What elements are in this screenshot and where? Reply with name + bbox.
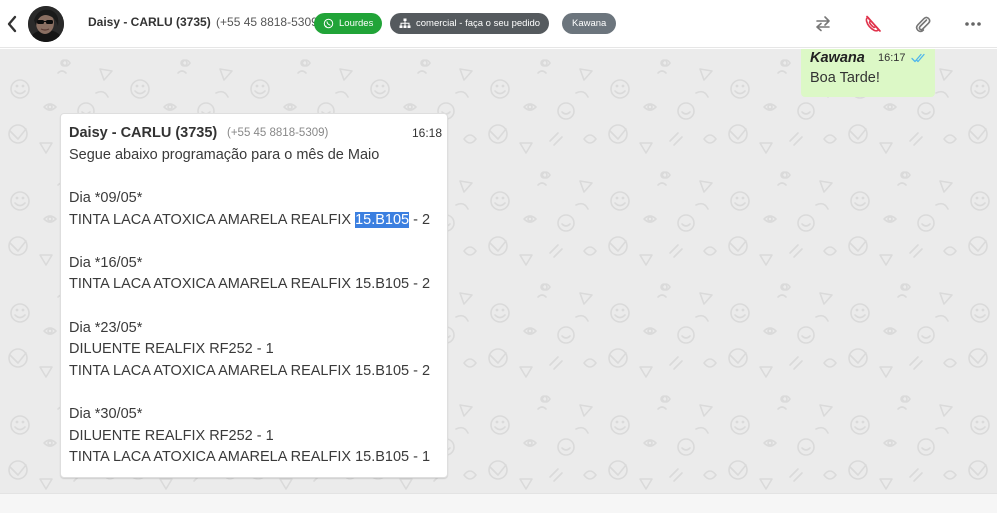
end-call-button[interactable] xyxy=(862,13,884,35)
back-button[interactable] xyxy=(4,13,20,35)
end-call-icon xyxy=(865,15,881,32)
more-options-button[interactable] xyxy=(962,13,984,35)
sitemap-icon xyxy=(399,18,411,28)
chat-area[interactable]: Kawana 16:17 Boa Tarde! Daisy - CARLU (3… xyxy=(0,49,997,493)
tag-department[interactable]: comercial - faça o seu pedido xyxy=(390,13,550,34)
contact-phone: (+55 45 8818-5309) xyxy=(216,15,322,29)
double-check-read-icon xyxy=(911,53,925,63)
more-icon xyxy=(965,22,981,26)
message-line: DILUENTE REALFIX RF252 - 1 xyxy=(69,428,274,444)
selected-text: 15.B105 xyxy=(355,212,410,228)
message-line: Dia *16/05* xyxy=(69,255,143,271)
message-line: TINTA LACA ATOXICA AMARELA REALFIX 15.B1… xyxy=(69,449,431,465)
message-line: TINTA LACA ATOXICA AMARELA REALFIX 15.B1… xyxy=(69,276,431,292)
transfer-button[interactable] xyxy=(812,13,834,35)
message-line: DILUENTE REALFIX RF252 - 1 xyxy=(69,341,274,357)
contact-name-text: Daisy - CARLU (3735) xyxy=(88,15,211,29)
tag-kawana[interactable]: Kawana xyxy=(562,13,617,34)
message-sender-phone: (+55 45 8818-5309) xyxy=(227,127,329,139)
message-time: 16:18 xyxy=(412,126,443,140)
avatar[interactable] xyxy=(28,6,64,42)
message-line: Dia *30/05* xyxy=(69,406,143,422)
contact-name[interactable]: Daisy - CARLU (3735) (+55 45 8818-5309) xyxy=(88,15,322,29)
message-line-text: TINTA LACA ATOXICA AMARELA REALFIX xyxy=(69,212,352,228)
tag-label: Lourdes xyxy=(339,18,374,29)
chevron-left-icon xyxy=(7,15,17,33)
message-sender: Daisy - CARLU (3735) xyxy=(69,125,218,141)
attach-button[interactable] xyxy=(912,13,934,35)
tag-lourdes[interactable]: Lourdes xyxy=(314,13,383,34)
message-line: TINTA LACA ATOXICA AMARELA REALFIX 15.B1… xyxy=(69,212,430,228)
transfer-icon xyxy=(816,16,830,32)
message-line: Dia *23/05* xyxy=(69,320,143,336)
tag-label: comercial - faça o seu pedido xyxy=(416,18,541,29)
message-line: Dia *09/05* xyxy=(69,190,143,206)
message-time: 16:17 xyxy=(878,52,906,64)
chat-header: Daisy - CARLU (3735) (+55 45 8818-5309) … xyxy=(0,0,997,48)
message-text: Boa Tarde! xyxy=(810,70,880,86)
paperclip-icon xyxy=(915,16,931,33)
message-sender: Kawana xyxy=(810,50,865,66)
outgoing-message[interactable]: Kawana 16:17 Boa Tarde! xyxy=(801,49,935,97)
whatsapp-icon xyxy=(323,18,334,29)
message-line-text: - 2 xyxy=(409,212,431,228)
incoming-message[interactable]: Daisy - CARLU (3735) (+55 45 8818-5309) … xyxy=(60,113,448,478)
message-input-bar[interactable] xyxy=(0,493,997,513)
message-line: Segue abaixo programação para o mês de M… xyxy=(69,147,380,163)
message-line: TINTA LACA ATOXICA AMARELA REALFIX 15.B1… xyxy=(69,363,431,379)
tag-label: Kawana xyxy=(572,18,607,29)
